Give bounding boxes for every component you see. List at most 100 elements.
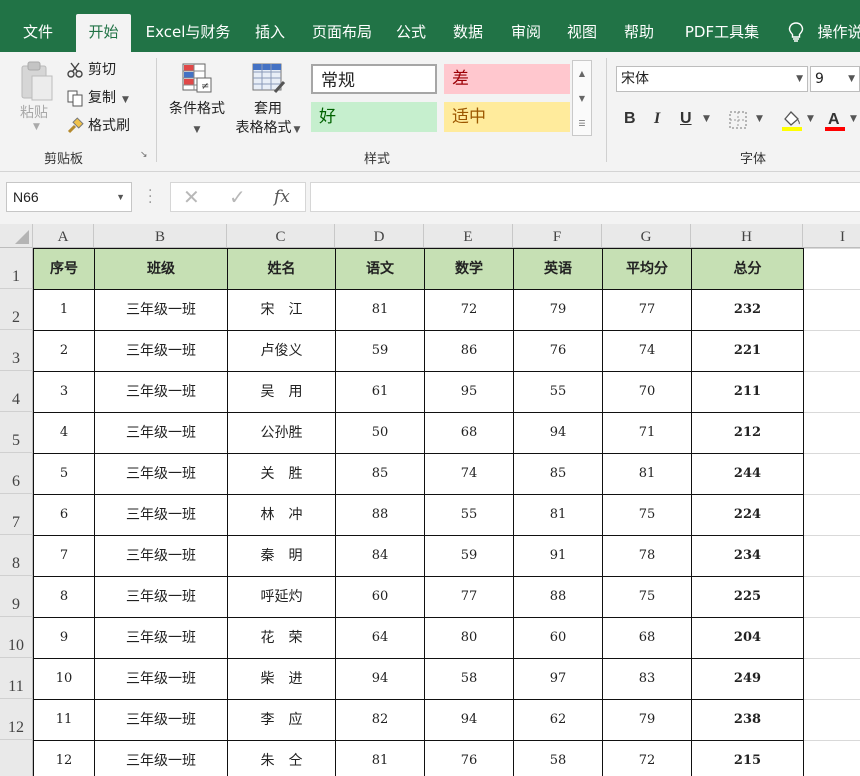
- table-cell[interactable]: 74: [425, 454, 513, 494]
- tab-10[interactable]: PDF工具集: [674, 12, 770, 52]
- table-cell[interactable]: 85: [514, 454, 602, 494]
- tab-3[interactable]: 插入: [248, 12, 292, 52]
- table-header-cell[interactable]: 总分: [692, 249, 803, 289]
- confirm-icon[interactable]: ✓: [229, 185, 246, 209]
- table-cell[interactable]: 吴 用: [228, 372, 335, 412]
- table-cell[interactable]: 81: [514, 495, 602, 535]
- style-normal[interactable]: 常规: [311, 64, 437, 94]
- worksheet-grid[interactable]: A B C D E F G H I 1 序号 班级 姓名 语文 数学 英语 平均分 总分 2 1 三年级一班宋 江 81 7…: [0, 224, 860, 776]
- column-header-d[interactable]: D: [335, 224, 424, 248]
- table-cell[interactable]: 238: [692, 700, 803, 740]
- column-header-i[interactable]: I: [803, 224, 860, 248]
- copy-button[interactable]: 复制 ▼: [66, 86, 129, 110]
- table-cell[interactable]: 76: [514, 331, 602, 371]
- table-cell[interactable]: 关 胜: [228, 454, 335, 494]
- font-color-dropdown-icon[interactable]: ▼: [850, 114, 857, 124]
- column-header-h[interactable]: H: [691, 224, 803, 248]
- formula-input[interactable]: [310, 182, 860, 212]
- table-cell[interactable]: 82: [336, 700, 424, 740]
- table-cell[interactable]: 212: [692, 413, 803, 453]
- table-cell[interactable]: 60: [514, 618, 602, 658]
- table-cell[interactable]: 5: [34, 454, 94, 494]
- table-cell[interactable]: 三年级一班: [95, 413, 227, 453]
- table-cell[interactable]: 81: [336, 741, 424, 776]
- table-cell[interactable]: 95: [425, 372, 513, 412]
- table-cell[interactable]: 林 冲: [228, 495, 335, 535]
- column-header-g[interactable]: G: [602, 224, 691, 248]
- row-header[interactable]: 1: [0, 248, 33, 289]
- underline-button[interactable]: U: [680, 110, 692, 128]
- font-size-combo[interactable]: 9 ▼: [810, 66, 860, 92]
- table-cell[interactable]: 50: [336, 413, 424, 453]
- fill-color-icon[interactable]: [780, 108, 804, 132]
- table-cell[interactable]: 朱 仝: [228, 741, 335, 776]
- table-cell[interactable]: 三年级一班: [95, 659, 227, 699]
- row-header[interactable]: 4: [0, 371, 33, 412]
- table-cell[interactable]: 秦 明: [228, 536, 335, 576]
- tab-6[interactable]: 数据: [445, 12, 491, 52]
- table-cell[interactable]: 75: [603, 577, 691, 617]
- table-header-cell[interactable]: 英语: [514, 249, 602, 289]
- table-format-dropdown-icon[interactable]: ▼: [294, 125, 301, 135]
- column-header-f[interactable]: F: [513, 224, 602, 248]
- font-color-icon[interactable]: A: [824, 108, 846, 132]
- table-cell[interactable]: 211: [692, 372, 803, 412]
- table-cell[interactable]: 9: [34, 618, 94, 658]
- table-cell[interactable]: 68: [603, 618, 691, 658]
- table-cell[interactable]: 94: [425, 700, 513, 740]
- table-header-cell[interactable]: 班级: [95, 249, 227, 289]
- format-as-table-button[interactable]: 套用 表格格式 ▼: [230, 62, 306, 140]
- table-cell[interactable]: 88: [336, 495, 424, 535]
- table-cell[interactable]: 公孙胜: [228, 413, 335, 453]
- table-cell[interactable]: 94: [514, 413, 602, 453]
- table-cell[interactable]: 68: [425, 413, 513, 453]
- column-header-a[interactable]: A: [33, 224, 94, 248]
- style-bad[interactable]: 差: [444, 64, 570, 94]
- table-cell[interactable]: 72: [603, 741, 691, 776]
- table-cell[interactable]: 60: [336, 577, 424, 617]
- table-cell[interactable]: 79: [514, 290, 602, 330]
- table-cell[interactable]: 三年级一班: [95, 495, 227, 535]
- table-cell[interactable]: 10: [34, 659, 94, 699]
- copy-dropdown-icon[interactable]: ▼: [122, 95, 129, 105]
- table-cell[interactable]: 8: [34, 577, 94, 617]
- scroll-down-icon[interactable]: ▼: [573, 86, 591, 111]
- column-header-b[interactable]: B: [94, 224, 227, 248]
- tab-11[interactable]: 操作说: [810, 12, 860, 52]
- row-header[interactable]: 2: [0, 289, 33, 330]
- table-cell[interactable]: 三年级一班: [95, 454, 227, 494]
- table-cell[interactable]: 80: [425, 618, 513, 658]
- font-name-combo[interactable]: 宋体 ▼: [616, 66, 808, 92]
- table-cell[interactable]: 86: [425, 331, 513, 371]
- cut-button[interactable]: 剪切: [66, 58, 116, 82]
- italic-button[interactable]: I: [654, 110, 660, 128]
- tab-4[interactable]: 页面布局: [302, 12, 382, 52]
- tab-9[interactable]: 帮助: [616, 12, 662, 52]
- table-cell[interactable]: 225: [692, 577, 803, 617]
- scroll-up-icon[interactable]: ▲: [573, 61, 591, 86]
- row-header[interactable]: 3: [0, 330, 33, 371]
- table-cell[interactable]: 71: [603, 413, 691, 453]
- table-header-cell[interactable]: 数学: [425, 249, 513, 289]
- table-cell[interactable]: 94: [336, 659, 424, 699]
- tab-8[interactable]: 视图: [559, 12, 605, 52]
- table-cell[interactable]: 12: [34, 741, 94, 776]
- row-header[interactable]: 5: [0, 412, 33, 453]
- borders-icon[interactable]: [728, 110, 750, 130]
- underline-dropdown-icon[interactable]: ▼: [703, 114, 710, 124]
- table-cell[interactable]: 204: [692, 618, 803, 658]
- table-cell[interactable]: 三年级一班: [95, 536, 227, 576]
- table-cell[interactable]: 三年级一班: [95, 618, 227, 658]
- tab-7[interactable]: 审阅: [503, 12, 549, 52]
- formula-bar-grip[interactable]: · · ·: [148, 184, 152, 210]
- table-cell[interactable]: 三年级一班: [95, 741, 227, 776]
- table-cell[interactable]: 3: [34, 372, 94, 412]
- table-cell[interactable]: 84: [336, 536, 424, 576]
- table-cell[interactable]: 三年级一班: [95, 331, 227, 371]
- select-all-corner[interactable]: [0, 224, 33, 248]
- table-header-cell[interactable]: 语文: [336, 249, 424, 289]
- table-cell[interactable]: 77: [425, 577, 513, 617]
- table-cell[interactable]: 215: [692, 741, 803, 776]
- table-cell[interactable]: 232: [692, 290, 803, 330]
- table-cell[interactable]: 55: [425, 495, 513, 535]
